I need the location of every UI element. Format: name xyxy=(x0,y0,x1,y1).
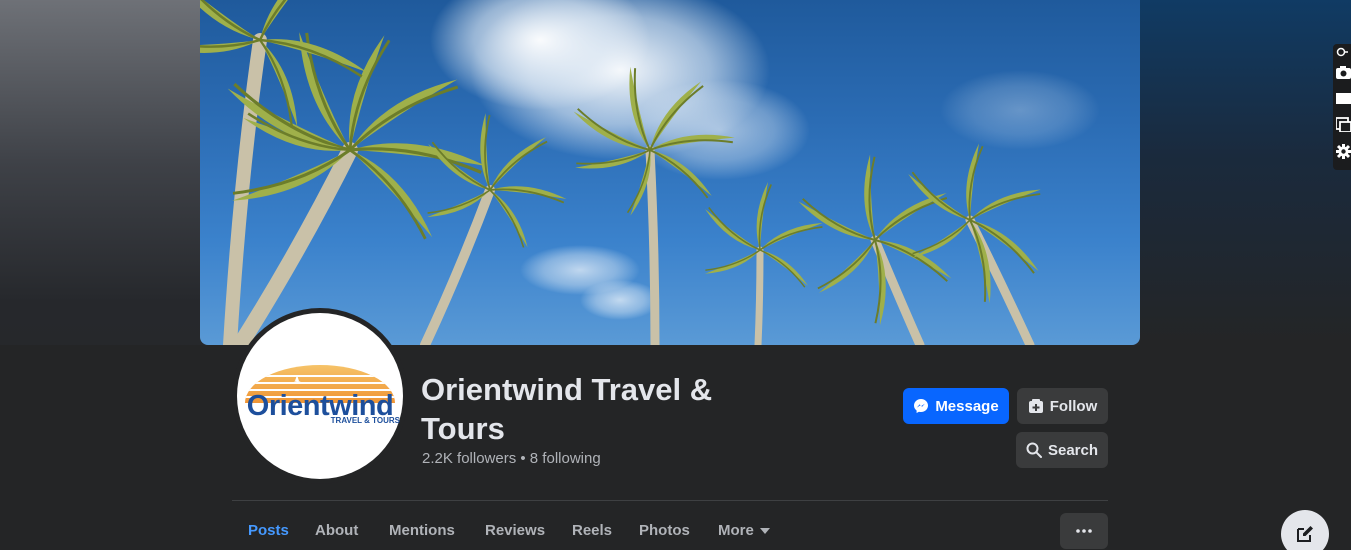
background-right xyxy=(1140,0,1351,345)
camera-icon[interactable] xyxy=(1336,65,1351,80)
tab-photos[interactable]: Photos xyxy=(639,522,690,539)
ellipsis-icon xyxy=(1076,529,1092,533)
search-icon xyxy=(1026,442,1042,458)
caret-down-icon xyxy=(759,528,770,535)
message-button[interactable]: Message xyxy=(903,388,1009,424)
more-options-button[interactable] xyxy=(1060,513,1108,549)
follow-button[interactable]: Follow xyxy=(1017,388,1108,424)
window-icon[interactable] xyxy=(1336,117,1351,132)
cover-photo[interactable] xyxy=(200,0,1140,345)
search-button-label: Search xyxy=(1047,441,1099,459)
section-divider xyxy=(232,500,1108,501)
tab-reels[interactable]: Reels xyxy=(572,522,612,539)
follow-icon xyxy=(1028,399,1043,413)
tab-more-label: More xyxy=(718,522,754,539)
tab-reviews[interactable]: Reviews xyxy=(485,522,545,539)
compose-icon xyxy=(1297,526,1313,542)
logo-tagline: TRAVEL & TOURS xyxy=(330,416,400,425)
cover-palm-trees-image xyxy=(200,0,1100,345)
gear-icon[interactable] xyxy=(1336,144,1351,159)
compose-button[interactable] xyxy=(1281,510,1329,550)
messenger-icon xyxy=(914,399,929,413)
tab-more[interactable]: More xyxy=(718,522,770,539)
follower-stats[interactable]: 2.2K followers • 8 following xyxy=(422,450,601,467)
follow-button-label: Follow xyxy=(1049,397,1098,415)
pin-icon[interactable] xyxy=(1336,47,1348,57)
tab-mentions[interactable]: Mentions xyxy=(389,522,455,539)
rectangle-icon[interactable] xyxy=(1336,91,1351,106)
edge-toolbar xyxy=(1333,44,1351,170)
page-title: Orientwind Travel & Tours xyxy=(421,372,713,446)
tab-posts[interactable]: Posts xyxy=(248,522,289,539)
tab-about[interactable]: About xyxy=(315,522,358,539)
search-button[interactable]: Search xyxy=(1016,432,1108,468)
message-button-label: Message xyxy=(935,397,999,415)
